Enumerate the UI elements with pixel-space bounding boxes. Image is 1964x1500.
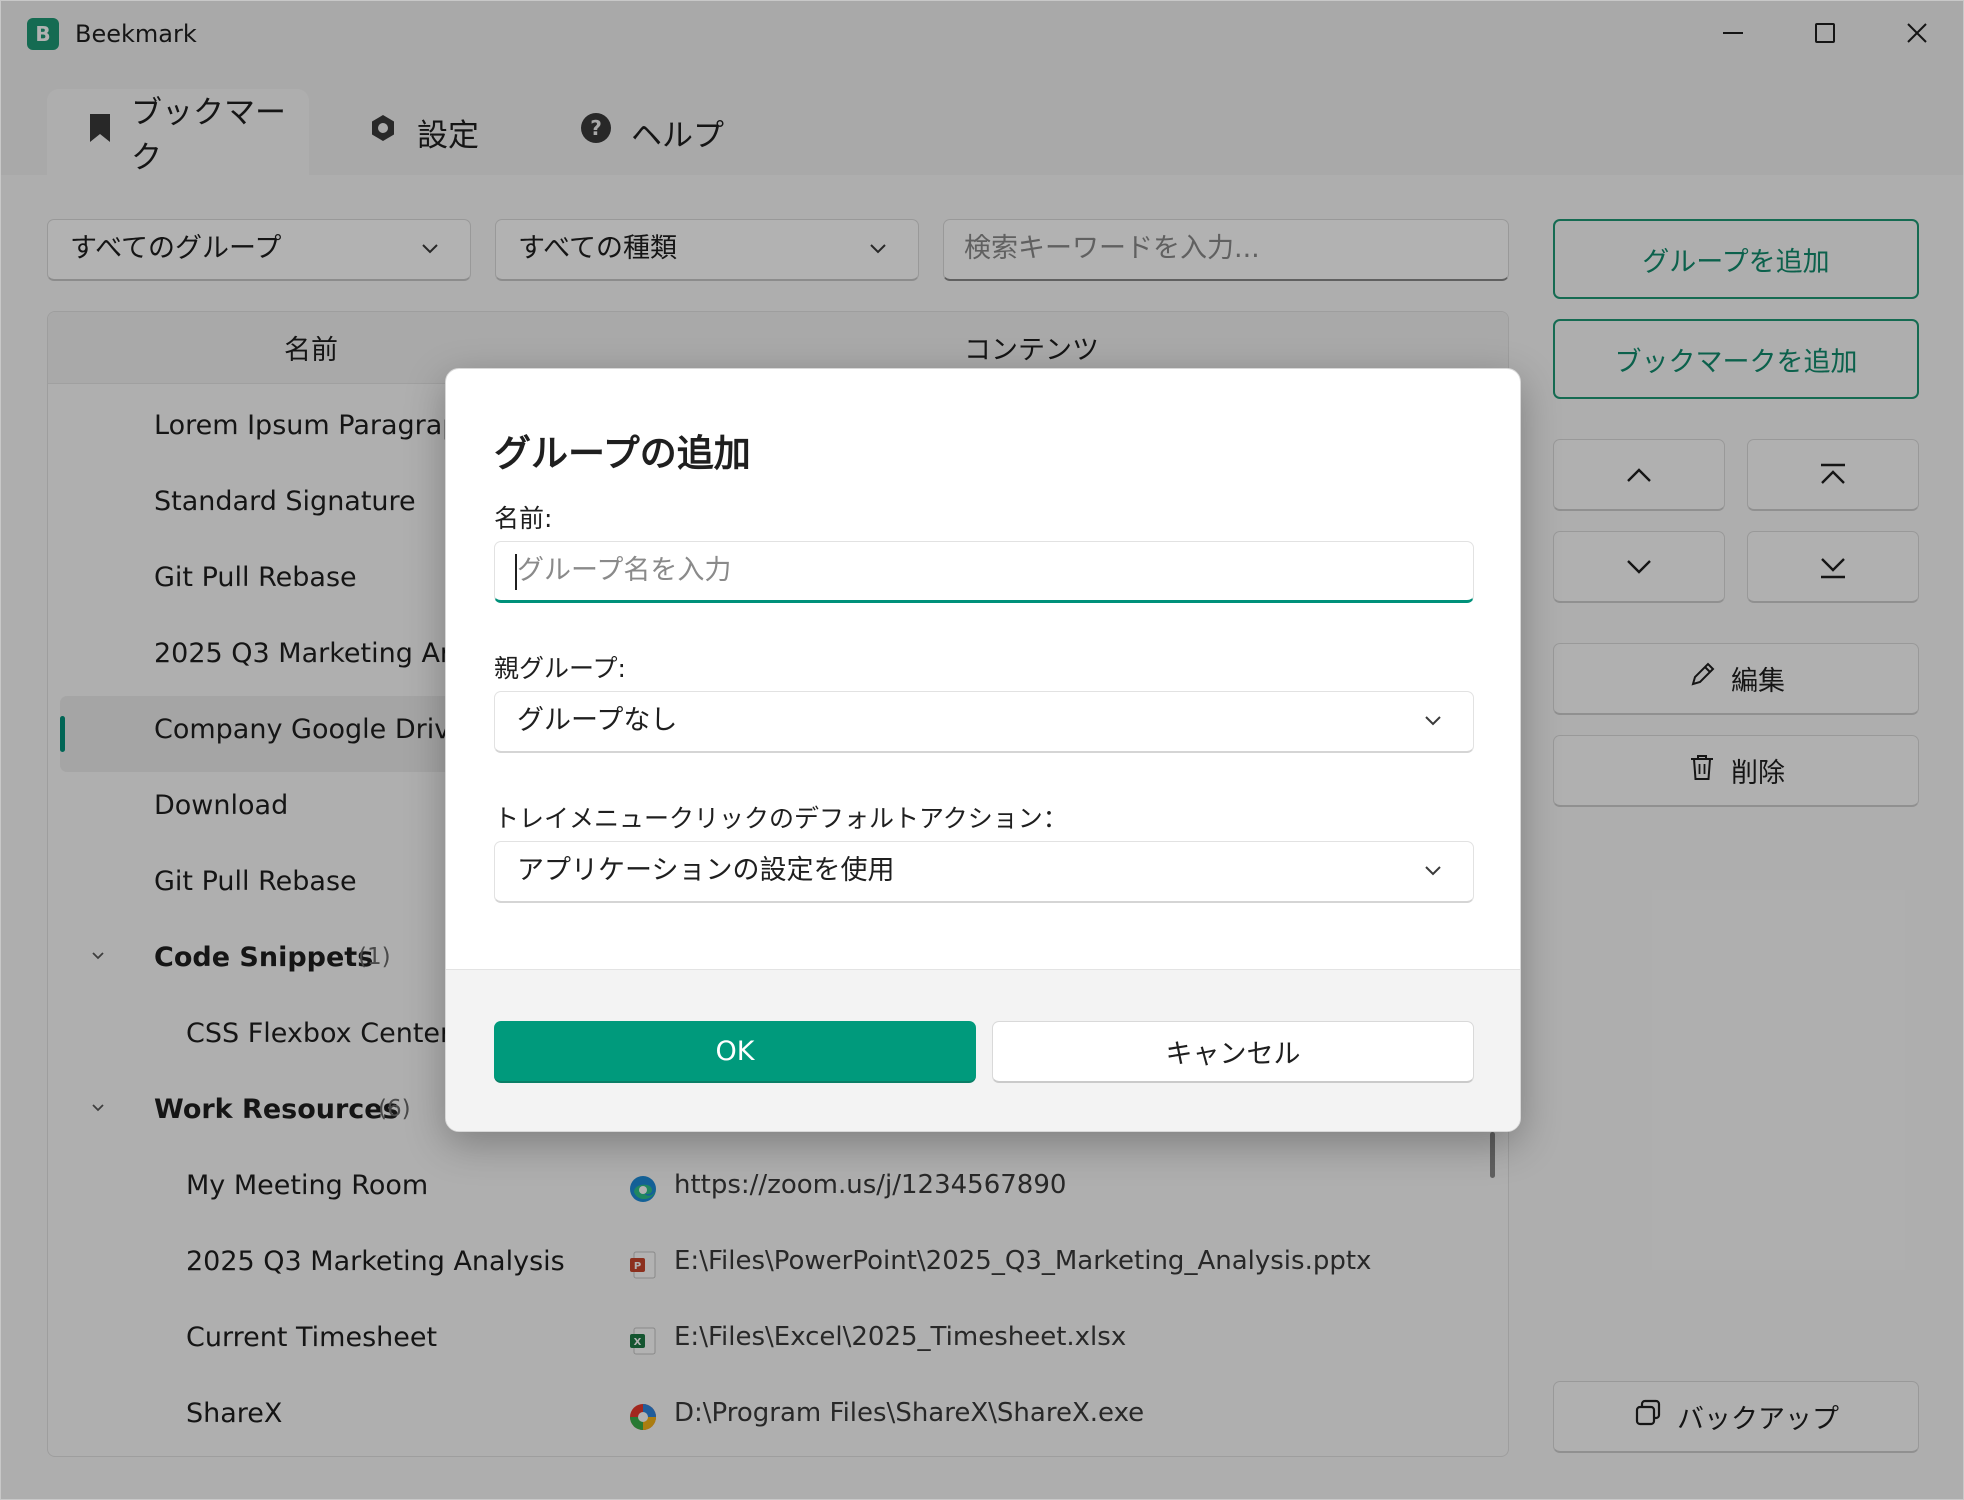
name-label: 名前: bbox=[494, 504, 553, 533]
add-group-dialog: グループの追加 名前: グループ名を入力 親グループ: グループなし トレイメニ… bbox=[445, 368, 1521, 1132]
dialog-title: グループの追加 bbox=[494, 432, 751, 475]
default-action-value: アプリケーションの設定を使用 bbox=[517, 855, 895, 886]
chevron-down-icon bbox=[1425, 866, 1441, 876]
app-window: B Beekmark ブックマーク 設定 ? ヘルプ すべてのグループ すべての… bbox=[0, 0, 1964, 1500]
group-name-placeholder: グループ名を入力 bbox=[517, 555, 732, 586]
text-caret bbox=[515, 554, 517, 590]
group-name-input[interactable]: グループ名を入力 bbox=[494, 541, 1474, 603]
chevron-down-icon bbox=[1425, 716, 1441, 726]
cancel-button[interactable]: キャンセル bbox=[992, 1021, 1474, 1083]
ok-button[interactable]: OK bbox=[494, 1021, 976, 1083]
dialog-footer: OK キャンセル bbox=[446, 969, 1520, 1131]
parent-group-select[interactable]: グループなし bbox=[494, 691, 1474, 753]
default-action-label: トレイメニュークリックのデフォルトアクション： bbox=[494, 804, 1068, 833]
parent-group-label: 親グループ: bbox=[494, 654, 626, 683]
parent-group-value: グループなし bbox=[517, 705, 678, 736]
default-action-select[interactable]: アプリケーションの設定を使用 bbox=[494, 841, 1474, 903]
